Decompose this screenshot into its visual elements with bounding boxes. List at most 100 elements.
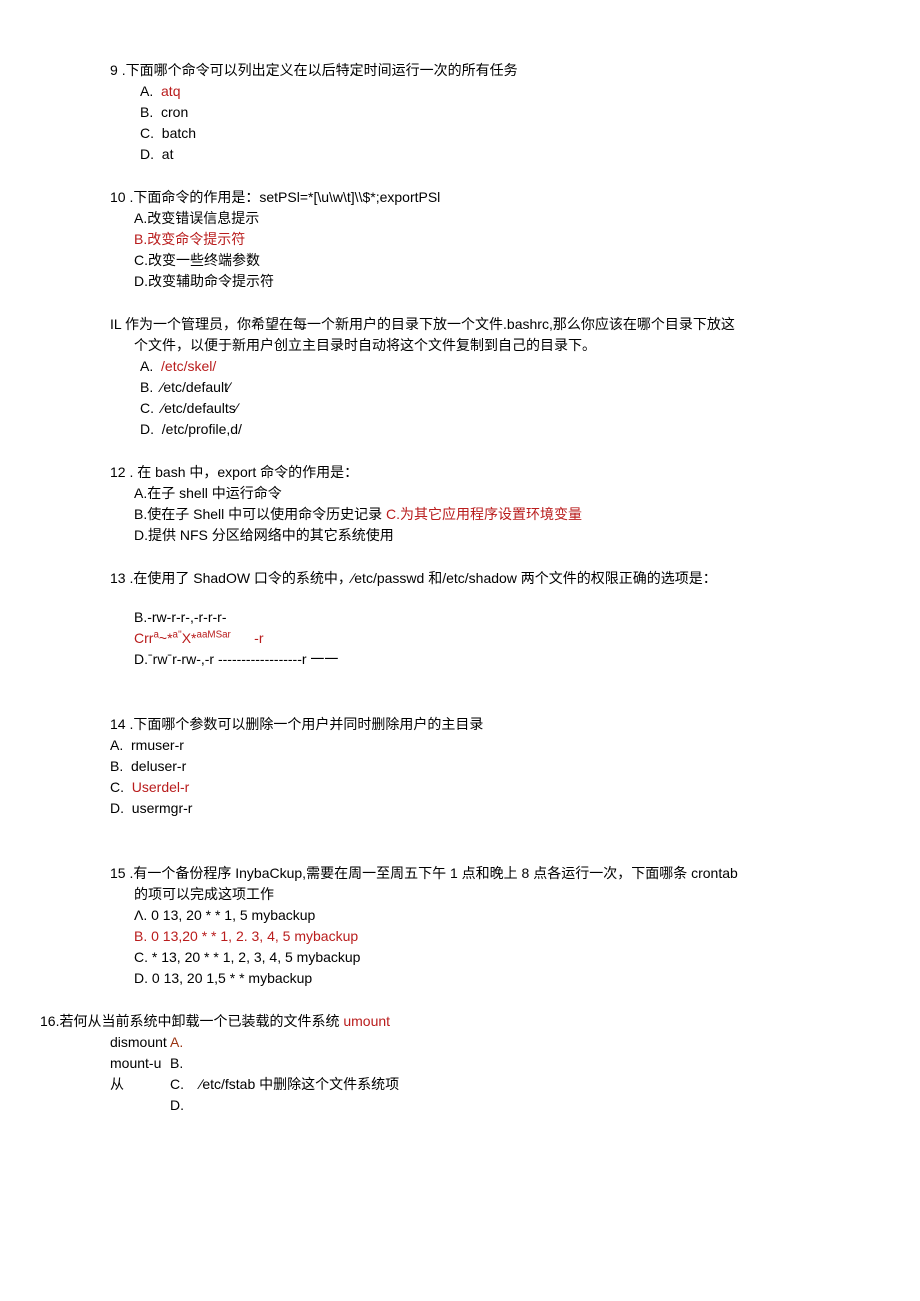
opt-c-text: ∕etc/defaults∕ <box>162 400 238 416</box>
q9-stem: 9 .下面哪个命令可以列出定义在以后特定时间运行一次的所有任务 <box>40 60 880 81</box>
question-12: 12 . 在 bash 中，export 命令的作用是： A.在子 shell … <box>40 462 880 546</box>
question-13: 13 .在使用了 ShadOW 口令的系统中，∕etc/passwd 和/etc… <box>40 568 880 670</box>
c-frag3: ~* <box>159 630 173 646</box>
q13-num: 13 <box>110 570 126 586</box>
q14-opt-d: D. usermgr-r <box>40 798 880 819</box>
q15-opt-c: C. * 13, 20 * * 1, 2, 3, 4, 5 mybackup <box>40 947 880 968</box>
c-frag4: a'' <box>173 629 182 640</box>
label-b: B. <box>170 1053 200 1074</box>
q12-stem: 12 . 在 bash 中，export 命令的作用是： <box>40 462 880 483</box>
question-15: 15 .有一个备份程序 InybaCkup,需要在周一至周五下午 1 点和晚上 … <box>40 863 880 989</box>
opt-a-text: /etc/skel/ <box>161 358 216 374</box>
q15-text1: .有一个备份程序 InybaCkup,需要在周一至周五下午 1 点和晚上 8 点… <box>129 865 737 881</box>
q12-opt-a: A.在子 shell 中运行命令 <box>40 483 880 504</box>
q9-opt-b: B. cron <box>40 102 880 123</box>
q16-b-text: mount-u <box>110 1053 170 1074</box>
label-a: A. <box>140 358 153 374</box>
question-10: 10 .下面命令的作用是：setPSl=*[\u\w\t]\\$*;export… <box>40 187 880 292</box>
q12-text: . 在 bash 中，export 命令的作用是： <box>129 464 358 480</box>
c-frag5: X* <box>182 630 197 646</box>
q14-opt-a: A. rmuser-r <box>40 735 880 756</box>
q15-opt-b: B. 0 13,20 * * 1, 2. 3, 4, 5 mybackup <box>40 926 880 947</box>
c-frag6: aaMSar <box>197 629 231 640</box>
label-d: D. <box>170 1095 200 1116</box>
question-9: 9 .下面哪个命令可以列出定义在以后特定时间运行一次的所有任务 A. atq B… <box>40 60 880 165</box>
label-d: D. <box>140 421 154 437</box>
opt-b-text: B.使在子 Shell 中可以使用命令历史记录 <box>134 506 382 522</box>
q14-opt-b: B. deluser-r <box>40 756 880 777</box>
q10-num: 10 <box>110 189 126 205</box>
label-a: A. <box>170 1032 200 1053</box>
label-b: B. <box>110 758 123 774</box>
opt-b-text: cron <box>161 104 188 120</box>
q16-row-a: dismount A. <box>40 1032 880 1053</box>
q16-c-prefix: 从 <box>110 1074 170 1095</box>
q15-stem1: 15 .有一个备份程序 InybaCkup,需要在周一至周五下午 1 点和晚上 … <box>40 863 880 884</box>
q16-answer: umount <box>343 1013 390 1029</box>
q10-opt-b: B.改变命令提示符 <box>40 229 880 250</box>
q9-opt-c: C. batch <box>40 123 880 144</box>
q11-num: IL <box>110 316 121 332</box>
q14-text: .下面哪个参数可以删除一个用户并同时删除用户的主目录 <box>129 716 483 732</box>
opt-c-text: C.为其它应用程序设置环境变量 <box>382 506 582 522</box>
q14-opt-c: C. Userdel-r <box>40 777 880 798</box>
q15-num: 15 <box>110 865 126 881</box>
q12-opt-d: D.提供 NFS 分区给网络中的其它系统使用 <box>40 525 880 546</box>
label-a: A. <box>110 737 123 753</box>
label-a: A. <box>140 83 153 99</box>
q16-num: 16. <box>40 1013 59 1029</box>
q11-stem2: 个文件，以便于新用户创立主目录时自动将这个文件复制到自己的目录下。 <box>40 335 880 356</box>
q12-opt-bc: B.使在子 Shell 中可以使用命令历史记录 C.为其它应用程序设置环境变量 <box>40 504 880 525</box>
c-frag7: -r <box>254 630 263 646</box>
opt-a-text: rmuser-r <box>131 737 184 753</box>
q9-opt-a: A. atq <box>40 81 880 102</box>
opt-d-text: usermgr-r <box>132 800 193 816</box>
question-16: 16.若何从当前系统中卸载一个已装载的文件系统 umount dismount … <box>40 1011 880 1116</box>
question-14: 14 .下面哪个参数可以删除一个用户并同时删除用户的主目录 A. rmuser-… <box>40 714 880 819</box>
q11-opt-d: D. /etc/profile,d/ <box>40 419 880 440</box>
q13-stem: 13 .在使用了 ShadOW 口令的系统中，∕etc/passwd 和/etc… <box>40 568 880 589</box>
q16-row-b: mount-u B. <box>40 1053 880 1074</box>
q13-opt-c: Crra~*a''X*aaMSar -r <box>40 628 880 649</box>
label-b: B. <box>140 104 153 120</box>
label-c: C. <box>170 1074 200 1095</box>
opt-d-text: at <box>162 146 174 162</box>
q14-num: 14 <box>110 716 126 732</box>
question-11: IL 作为一个管理员，你希望在每一个新用户的目录下放一个文件.bashrc,那么… <box>40 314 880 440</box>
q15-opt-d: D. 0 13, 20 1,5 * * mybackup <box>40 968 880 989</box>
q11-stem1: IL 作为一个管理员，你希望在每一个新用户的目录下放一个文件.bashrc,那么… <box>40 314 880 335</box>
q16-row-c: 从 C. ∕etc/fstab 中删除这个文件系统项 <box>40 1074 880 1095</box>
q13-opt-b: B.-rw-r-r-,-r-r-r- <box>40 607 880 628</box>
label-b: B. <box>140 379 153 395</box>
opt-b-text: deluser-r <box>131 758 186 774</box>
q13-text: .在使用了 ShadOW 口令的系统中，∕etc/passwd 和/etc/sh… <box>129 570 716 586</box>
q14-stem: 14 .下面哪个参数可以删除一个用户并同时删除用户的主目录 <box>40 714 880 735</box>
label-c: C. <box>110 779 124 795</box>
q10-text: .下面命令的作用是：setPSl=*[\u\w\t]\\$*;exportPSl <box>129 189 440 205</box>
label-c: C. <box>140 400 154 416</box>
q12-num: 12 <box>110 464 126 480</box>
q10-stem: 10 .下面命令的作用是：setPSl=*[\u\w\t]\\$*;export… <box>40 187 880 208</box>
opt-b-text: ∕etc/default∕ <box>161 379 230 395</box>
q16-a-text: dismount <box>110 1032 170 1053</box>
q9-num: 9 <box>110 62 118 78</box>
q16-row-d: D. <box>40 1095 880 1116</box>
opt-d-text: /etc/profile,d/ <box>162 421 242 437</box>
q11-opt-a: A. /etc/skel/ <box>40 356 880 377</box>
opt-c-text: batch <box>162 125 196 141</box>
q9-text: .下面哪个命令可以列出定义在以后特定时间运行一次的所有任务 <box>122 62 518 78</box>
q10-opt-d: D.改变辅助命令提示符 <box>40 271 880 292</box>
label-d: D. <box>110 800 124 816</box>
c-frag1: Crr <box>134 630 153 646</box>
q10-opt-a: A.改变错误信息提示 <box>40 208 880 229</box>
q9-opt-d: D. at <box>40 144 880 165</box>
q11-text1: 作为一个管理员，你希望在每一个新用户的目录下放一个文件.bashrc,那么你应该… <box>125 316 735 332</box>
q10-opt-c: C.改变一些终端参数 <box>40 250 880 271</box>
q11-opt-c: C. ∕etc/defaults∕ <box>40 398 880 419</box>
opt-a-text: atq <box>161 83 180 99</box>
q13-opt-d: D.ˉrwˉr-rw-,-r ------------------r 一一 <box>40 649 880 670</box>
q15-opt-a: Λ. 0 13, 20 * * 1, 5 mybackup <box>40 905 880 926</box>
opt-c-text: Userdel-r <box>132 779 190 795</box>
q16-text: 若何从当前系统中卸载一个已装载的文件系统 <box>59 1013 343 1029</box>
label-c: C. <box>140 125 154 141</box>
